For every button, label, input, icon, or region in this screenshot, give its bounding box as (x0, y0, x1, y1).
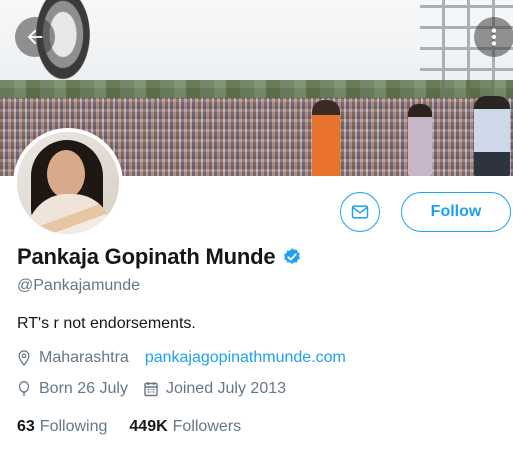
verified-badge-icon (284, 248, 301, 264)
more-options-button[interactable] (474, 17, 513, 57)
calendar-icon (144, 382, 158, 397)
location-pin-icon (18, 350, 30, 366)
profile-meta-row: Born 26 July Joined July 2013 (17, 380, 302, 398)
more-vertical-icon (491, 28, 497, 46)
banner-speaker (312, 100, 340, 176)
arrow-left-icon (27, 29, 43, 45)
location-text: Maharashtra (39, 349, 129, 366)
balloon-icon (18, 381, 30, 397)
profile-name-row: Pankaja Gopinath Munde (17, 244, 302, 270)
back-button[interactable] (15, 17, 55, 57)
following-stat[interactable]: 63 Following (17, 418, 107, 436)
profile-bio: RT's r not endorsements. (17, 315, 196, 332)
follow-stats: 63 Following 449K Followers (17, 418, 263, 436)
message-button[interactable] (340, 192, 380, 232)
avatar[interactable] (13, 128, 123, 238)
followers-label: Followers (172, 418, 242, 435)
location-item: Maharashtra (17, 349, 129, 367)
followers-stat[interactable]: 449K Followers (129, 418, 241, 436)
joined-text: Joined July 2013 (165, 380, 287, 397)
joined-item: Joined July 2013 (144, 380, 286, 398)
profile-meta-row: Maharashtra pankajagopinathmunde.com (17, 349, 362, 367)
banner-person (408, 104, 432, 176)
birthday-text: Born 26 July (39, 380, 128, 397)
banner-person (474, 96, 510, 176)
following-count: 63 (17, 418, 35, 435)
avatar-face (47, 150, 85, 198)
website-link[interactable]: pankajagopinathmunde.com (145, 349, 346, 367)
followers-count: 449K (129, 418, 168, 435)
profile-name: Pankaja Gopinath Munde (17, 244, 276, 269)
follow-button[interactable]: Follow (401, 192, 511, 232)
following-label: Following (39, 418, 108, 435)
mail-icon (351, 205, 369, 219)
birthday-item: Born 26 July (17, 380, 128, 398)
profile-handle: @Pankajamunde (17, 277, 140, 294)
